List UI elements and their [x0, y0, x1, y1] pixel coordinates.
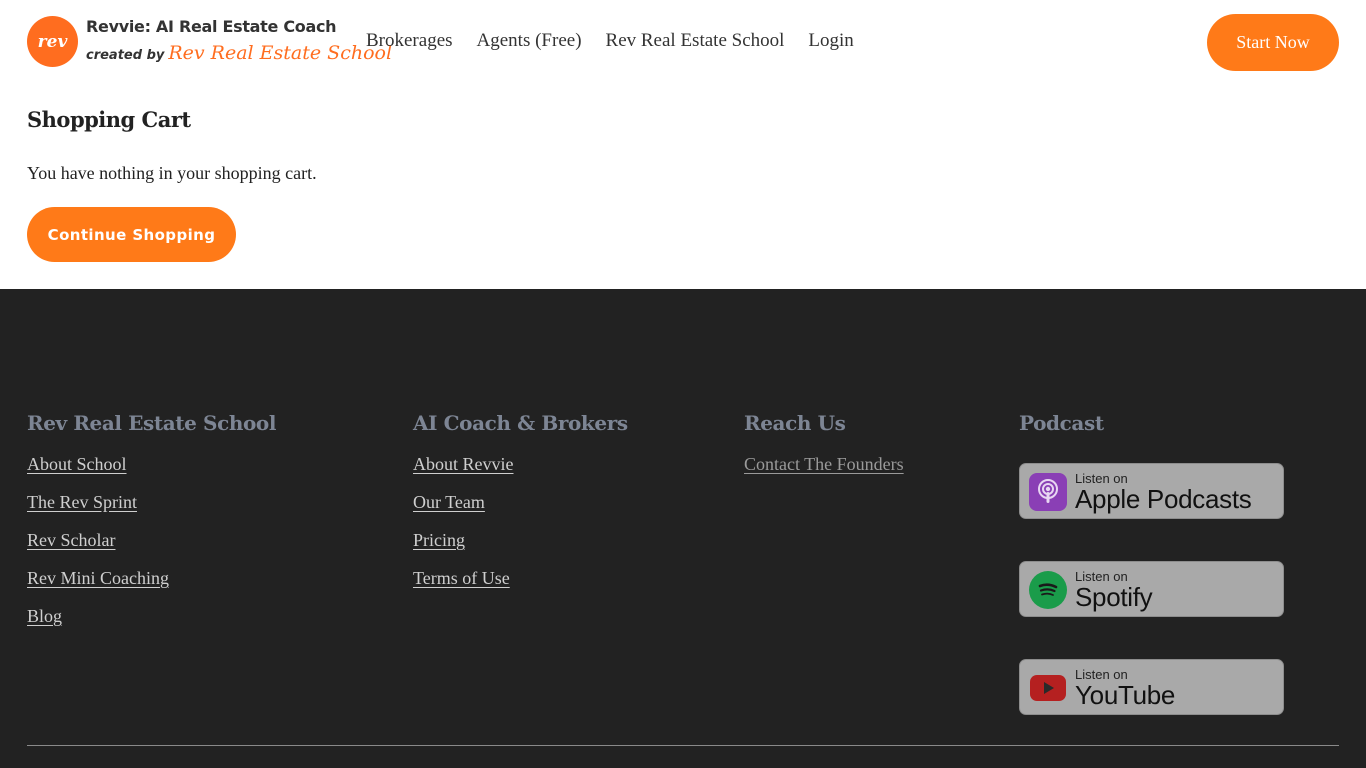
- footer-link-pricing[interactable]: Pricing: [413, 530, 628, 553]
- badge-platform-name: Apple Podcasts: [1075, 484, 1252, 514]
- footer-column-ai-coach: AI Coach & Brokers About Revvie Our Team…: [413, 411, 628, 606]
- badge-platform-name: Spotify: [1075, 582, 1153, 612]
- footer-column-school: Rev Real Estate School About School The …: [27, 411, 276, 644]
- footer-link-rev-mini-coaching[interactable]: Rev Mini Coaching: [27, 568, 276, 591]
- footer-heading: Podcast: [1019, 411, 1104, 435]
- empty-cart-message: You have nothing in your shopping cart.: [27, 163, 317, 183]
- logo-created-by: created by: [86, 48, 165, 63]
- spotify-icon: [1029, 571, 1067, 609]
- footer-heading: AI Coach & Brokers: [413, 411, 628, 435]
- footer-link-contact-founders[interactable]: Contact The Founders: [744, 454, 904, 477]
- footer-divider: [27, 745, 1339, 746]
- site-footer: Rev Real Estate School About School The …: [0, 289, 1366, 768]
- logo-subtitle: created by Rev Real Estate School: [86, 42, 392, 64]
- logo-mark-text: rev: [37, 31, 68, 52]
- continue-shopping-button[interactable]: Continue Shopping: [27, 207, 236, 262]
- badge-platform-name: YouTube: [1075, 680, 1176, 710]
- rev-logo-icon: rev: [27, 16, 78, 67]
- page-title: Shopping Cart: [27, 107, 191, 132]
- spotify-badge[interactable]: Listen on Spotify: [1019, 561, 1284, 617]
- footer-heading: Rev Real Estate School: [27, 411, 277, 435]
- brand-logo[interactable]: rev Revvie: AI Real Estate Coach created…: [27, 16, 392, 70]
- footer-column-reach-us: Reach Us Contact The Founders: [744, 411, 904, 492]
- footer-column-podcast: Podcast: [1019, 411, 1104, 454]
- apple-podcasts-icon: [1029, 473, 1067, 511]
- nav-agents-free[interactable]: Agents (Free): [477, 30, 582, 52]
- logo-title: Revvie: AI Real Estate Coach: [86, 17, 337, 36]
- footer-link-about-school[interactable]: About School: [27, 454, 276, 477]
- footer-link-rev-scholar[interactable]: Rev Scholar: [27, 530, 276, 553]
- footer-link-blog[interactable]: Blog: [27, 606, 276, 629]
- youtube-badge[interactable]: Listen on YouTube: [1019, 659, 1284, 715]
- nav-login[interactable]: Login: [808, 30, 853, 52]
- youtube-icon: [1029, 669, 1067, 707]
- site-header: rev Revvie: AI Real Estate Coach created…: [0, 0, 1366, 84]
- footer-link-our-team[interactable]: Our Team: [413, 492, 628, 515]
- apple-podcasts-badge[interactable]: Listen on Apple Podcasts: [1019, 463, 1284, 519]
- main-nav: Brokerages Agents (Free) Rev Real Estate…: [366, 30, 854, 52]
- footer-link-rev-sprint[interactable]: The Rev Sprint: [27, 492, 276, 515]
- nav-brokerages[interactable]: Brokerages: [366, 30, 453, 52]
- footer-heading: Reach Us: [744, 411, 846, 435]
- footer-link-about-revvie[interactable]: About Revvie: [413, 454, 628, 477]
- footer-link-terms-of-use[interactable]: Terms of Use: [413, 568, 628, 591]
- logo-script: Rev Real Estate School: [168, 42, 393, 64]
- start-now-button[interactable]: Start Now: [1207, 14, 1339, 71]
- nav-rev-real-estate-school[interactable]: Rev Real Estate School: [606, 30, 785, 52]
